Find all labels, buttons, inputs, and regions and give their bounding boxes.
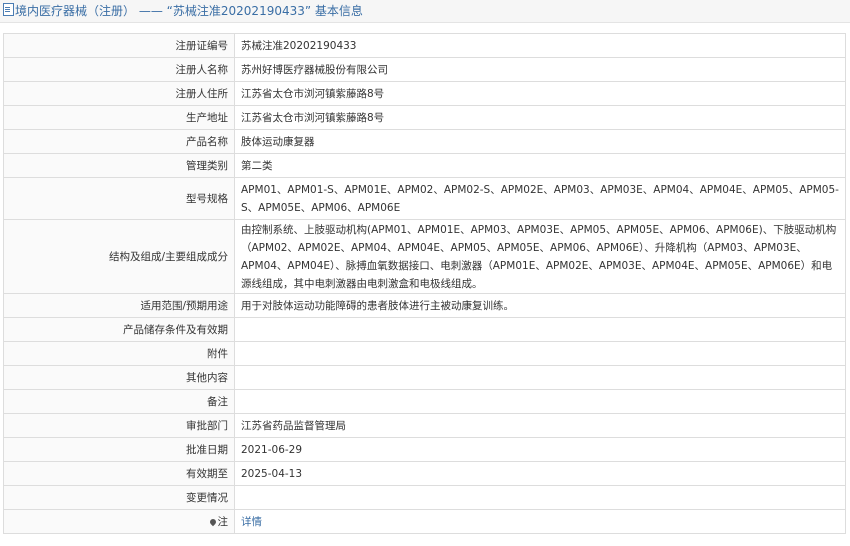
row-value: 2025-04-13 [234,461,846,486]
row-value: 用于对肢体运动功能障碍的患者肢体进行主被动康复训练。 [234,293,846,318]
row-value: 江苏省太仓市浏河镇紫藤路8号 [234,81,846,106]
row-label: 附件 [3,341,235,366]
row-label: 批准日期 [3,437,235,462]
table-row: 结构及组成/主要组成成分 由控制系统、上肢驱动机构(APM01、APM01E、A… [3,219,846,294]
row-label: 结构及组成/主要组成成分 [3,219,235,294]
pin-icon [208,517,217,527]
row-label: 管理类别 [3,153,235,178]
table-row: 审批部门 江苏省药品监督管理局 [3,413,846,438]
note-row: 注 详情 [3,509,846,534]
row-value: 第二类 [234,153,846,178]
table-row: 批准日期 2021-06-29 [3,437,846,462]
row-label: 注册人名称 [3,57,235,82]
table-row: 生产地址 江苏省太仓市浏河镇紫藤路8号 [3,105,846,130]
note-label: 注 [3,509,235,534]
note-value: 详情 [234,509,846,534]
row-value: 2021-06-29 [234,437,846,462]
table-row: 管理类别 第二类 [3,153,846,178]
row-value: 由控制系统、上肢驱动机构(APM01、APM01E、APM03、APM03E、A… [234,219,846,294]
row-value: 江苏省太仓市浏河镇紫藤路8号 [234,105,846,130]
table-row: 变更情况 [3,485,846,510]
table-row: 注册证编号 苏械注准20202190433 [3,33,846,58]
row-label: 生产地址 [3,105,235,130]
table-row: 附件 [3,341,846,366]
row-value [234,485,846,510]
row-label: 产品名称 [3,129,235,154]
table-row: 注册人名称 苏州好博医疗器械股份有限公司 [3,57,846,82]
row-label: 型号规格 [3,177,235,220]
table-row: 型号规格 APM01、APM01-S、APM01E、APM02、APM02-S、… [3,177,846,220]
row-value: 苏械注准20202190433 [234,33,846,58]
row-label: 变更情况 [3,485,235,510]
title-separator: —— [138,4,163,18]
document-icon [3,3,14,16]
page-title: 境内医疗器械（注册） —— “苏械注准20202190433” 基本信息 [0,0,850,23]
table-row: 有效期至 2025-04-13 [3,461,846,486]
note-label-text: 注 [217,516,229,528]
table-row: 产品储存条件及有效期 [3,317,846,342]
row-value: 苏州好博医疗器械股份有限公司 [234,57,846,82]
row-value [234,389,846,414]
table-row: 备注 [3,389,846,414]
row-value: APM01、APM01-S、APM01E、APM02、APM02-S、APM02… [234,177,846,220]
row-label: 审批部门 [3,413,235,438]
info-table: 注册证编号 苏械注准20202190433 注册人名称 苏州好博医疗器械股份有限… [3,33,846,534]
row-label: 其他内容 [3,365,235,390]
row-value [234,365,846,390]
table-row: 其他内容 [3,365,846,390]
row-value: 肢体运动康复器 [234,129,846,154]
row-label: 备注 [3,389,235,414]
row-label: 注册人住所 [3,81,235,106]
row-value [234,317,846,342]
row-label: 注册证编号 [3,33,235,58]
row-value [234,341,846,366]
title-number: “苏械注准20202190433” [166,4,312,18]
table-row: 适用范围/预期用途 用于对肢体运动功能障碍的患者肢体进行主被动康复训练。 [3,293,846,318]
table-row: 注册人住所 江苏省太仓市浏河镇紫藤路8号 [3,81,846,106]
table-row: 产品名称 肢体运动康复器 [3,129,846,154]
title-suffix: 基本信息 [314,4,363,18]
row-value: 江苏省药品监督管理局 [234,413,846,438]
title-prefix: 境内医疗器械（注册） [15,4,136,18]
row-label: 产品储存条件及有效期 [3,317,235,342]
row-label: 有效期至 [3,461,235,486]
row-label: 适用范围/预期用途 [3,293,235,318]
details-link[interactable]: 详情 [241,516,262,528]
